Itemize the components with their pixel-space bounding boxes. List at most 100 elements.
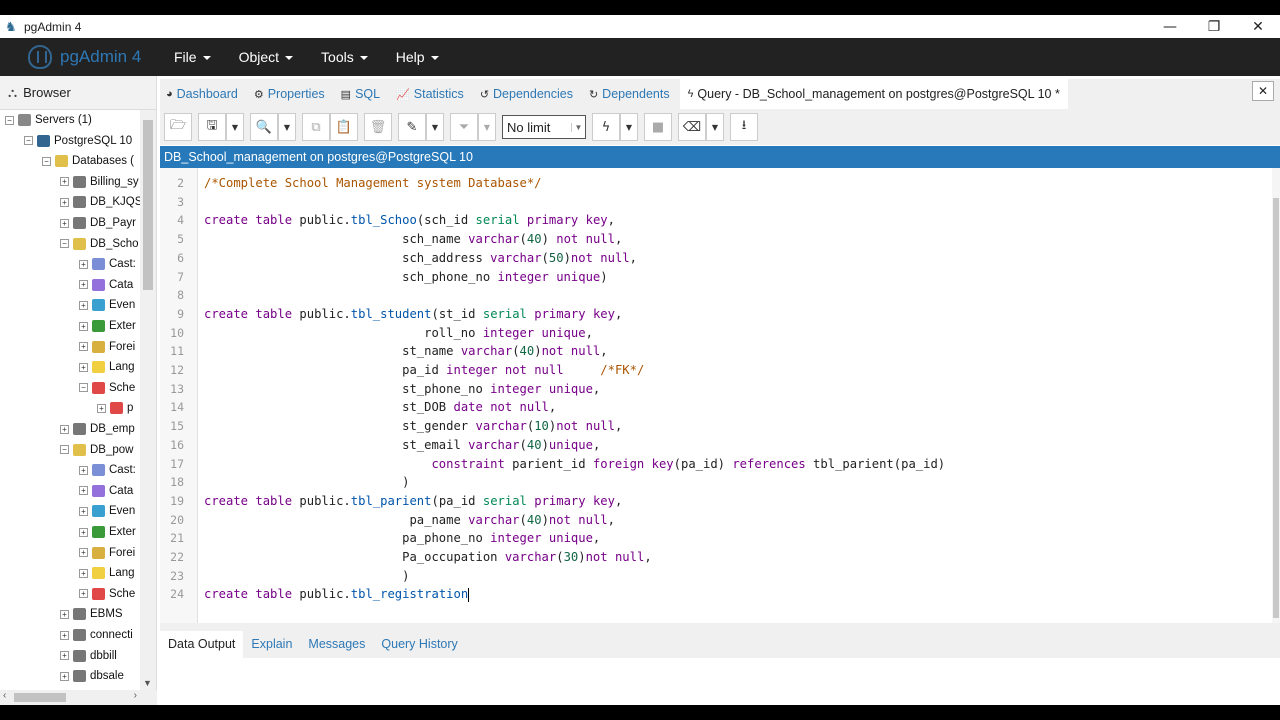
paste-icon[interactable]: 📋 bbox=[330, 113, 358, 141]
browser-vertical-scrollbar[interactable]: ▼ bbox=[140, 110, 156, 690]
tree-item[interactable]: + Exter bbox=[79, 522, 136, 542]
tab-lightning[interactable]: ϟ Query - DB_School_management on postgre… bbox=[679, 79, 1068, 109]
expand-icon[interactable]: + bbox=[97, 403, 106, 413]
expand-icon[interactable]: + bbox=[79, 527, 88, 537]
tree-item[interactable]: + Forei bbox=[79, 543, 135, 563]
clear-eraser-icon[interactable]: ⌫ bbox=[678, 113, 706, 141]
expand-icon[interactable]: + bbox=[79, 259, 88, 269]
tree-item[interactable]: − DB_pow bbox=[60, 440, 133, 460]
scrollbar-thumb[interactable] bbox=[143, 120, 153, 290]
output-tab-query-history[interactable]: Query History bbox=[373, 631, 465, 658]
browser-horizontal-scrollbar[interactable]: ‹ › bbox=[0, 690, 157, 705]
find-dropdown-icon[interactable]: ▼ bbox=[278, 113, 296, 141]
output-tab-explain[interactable]: Explain bbox=[243, 631, 300, 658]
output-tab-data-output[interactable]: Data Output bbox=[160, 631, 244, 658]
tree-item[interactable]: + Cast: bbox=[79, 254, 136, 274]
tree-item[interactable]: + EBMS bbox=[60, 604, 123, 624]
brand[interactable]: pgAdmin 4 bbox=[28, 45, 174, 69]
collapse-icon[interactable]: − bbox=[5, 115, 14, 125]
menu-help[interactable]: Help bbox=[396, 49, 439, 65]
edit-icon[interactable]: ✎ bbox=[398, 113, 426, 141]
tree-item[interactable]: − Databases ( bbox=[42, 151, 134, 171]
maximize-button[interactable]: ❐ bbox=[1192, 15, 1236, 38]
expand-icon[interactable]: + bbox=[79, 548, 88, 558]
expand-icon[interactable]: + bbox=[60, 197, 69, 207]
menu-tools[interactable]: Tools bbox=[321, 49, 368, 65]
scrollbar-thumb[interactable] bbox=[1273, 198, 1279, 618]
expand-icon[interactable]: + bbox=[60, 651, 69, 661]
tree-item[interactable]: + Billing_sy bbox=[60, 172, 139, 192]
save-dropdown-icon[interactable]: ▼ bbox=[226, 113, 244, 141]
collapse-icon[interactable]: − bbox=[42, 156, 51, 166]
tab-dependencies[interactable]: ↺ Dependencies bbox=[480, 79, 573, 109]
expand-icon[interactable]: + bbox=[79, 280, 88, 290]
filter-dropdown-icon[interactable]: ▼ bbox=[478, 113, 496, 141]
expand-icon[interactable]: + bbox=[79, 589, 88, 599]
expand-icon[interactable]: + bbox=[79, 568, 88, 578]
tree-item[interactable]: + Lang bbox=[79, 563, 135, 583]
tree-item[interactable]: + dbbill bbox=[60, 646, 117, 666]
expand-icon[interactable]: + bbox=[79, 300, 88, 310]
expand-icon[interactable]: + bbox=[60, 424, 69, 434]
tree-item[interactable]: + DB_KJQS bbox=[60, 192, 140, 212]
tree-item[interactable]: − DB_Scho bbox=[60, 234, 139, 254]
menu-file[interactable]: File bbox=[174, 49, 211, 65]
delete-icon[interactable]: 🗑 bbox=[364, 113, 392, 141]
expand-icon[interactable]: + bbox=[79, 506, 88, 516]
collapse-icon[interactable]: − bbox=[24, 136, 33, 146]
tree-item[interactable]: + Sche bbox=[79, 584, 135, 604]
clear-dropdown-icon[interactable]: ▼ bbox=[706, 113, 724, 141]
tab-properties[interactable]: ⚙ Properties bbox=[254, 79, 325, 109]
tree-item[interactable]: − Servers (1) bbox=[5, 110, 92, 130]
editor-scrollbar[interactable] bbox=[1272, 168, 1280, 623]
close-window-button[interactable]: ✕ bbox=[1236, 15, 1280, 38]
tree-item[interactable]: + Exter bbox=[79, 316, 136, 336]
tree-item[interactable]: + DB_Payr bbox=[60, 213, 136, 233]
scrollbar-thumb[interactable] bbox=[14, 693, 66, 702]
output-tab-messages[interactable]: Messages bbox=[300, 631, 373, 658]
stop-icon[interactable]: ■ bbox=[644, 113, 672, 141]
tree-item[interactable]: + Cast: bbox=[79, 460, 136, 480]
tab-dependents[interactable]: ↻ Dependents bbox=[589, 79, 670, 109]
execute-lightning-icon[interactable]: ϟ bbox=[592, 113, 620, 141]
expand-icon[interactable]: + bbox=[60, 609, 69, 619]
scroll-down-arrow-icon[interactable]: ▼ bbox=[143, 678, 152, 688]
tree-item[interactable]: + Forei bbox=[79, 337, 135, 357]
sql-editor[interactable]: 2/*Complete School Management system Dat… bbox=[160, 168, 1280, 623]
tree-item[interactable]: + DB_emp bbox=[60, 419, 135, 439]
tree-item[interactable]: + connecti bbox=[60, 625, 133, 645]
tree-item[interactable]: − Sche bbox=[79, 378, 135, 398]
tree-item[interactable]: + Even bbox=[79, 295, 135, 315]
tree-item[interactable]: + Cata bbox=[79, 481, 133, 501]
copy-icon[interactable]: ⧉ bbox=[302, 113, 330, 141]
expand-icon[interactable]: + bbox=[79, 465, 88, 475]
tree-item[interactable]: + p bbox=[97, 398, 133, 418]
scroll-right-arrow-icon[interactable]: › bbox=[134, 690, 137, 701]
expand-icon[interactable]: + bbox=[60, 218, 69, 228]
tree-item[interactable]: + dbsale bbox=[60, 666, 124, 686]
open-file-icon[interactable]: 🗁 bbox=[164, 113, 192, 141]
tab-dashboard[interactable]: ◕ Dashboard bbox=[166, 79, 238, 109]
save-icon[interactable]: 🖫 bbox=[198, 113, 226, 141]
collapse-icon[interactable]: − bbox=[60, 445, 69, 455]
expand-icon[interactable]: + bbox=[79, 342, 88, 352]
tree-item[interactable]: + Cata bbox=[79, 275, 133, 295]
download-icon[interactable]: ⭳ bbox=[730, 113, 758, 141]
execute-dropdown-icon[interactable]: ▼ bbox=[620, 113, 638, 141]
collapse-icon[interactable]: − bbox=[60, 239, 69, 249]
close-tab-icon[interactable]: ✕ bbox=[1252, 81, 1274, 101]
expand-icon[interactable]: + bbox=[79, 486, 88, 496]
expand-icon[interactable]: + bbox=[79, 362, 88, 372]
tree-item[interactable]: − PostgreSQL 10 bbox=[24, 131, 132, 151]
minimize-button[interactable]: — bbox=[1148, 15, 1192, 38]
find-icon[interactable]: 🔍 bbox=[250, 113, 278, 141]
row-limit-select[interactable]: No limit ▼ bbox=[502, 115, 586, 139]
tree-item[interactable]: + Lang bbox=[79, 357, 135, 377]
expand-icon[interactable]: + bbox=[79, 321, 88, 331]
collapse-icon[interactable]: − bbox=[79, 383, 88, 393]
edit-dropdown-icon[interactable]: ▼ bbox=[426, 113, 444, 141]
tab-statistics[interactable]: 📈 Statistics bbox=[396, 79, 464, 109]
scroll-left-arrow-icon[interactable]: ‹ bbox=[3, 690, 6, 701]
filter-icon[interactable]: ⏷ bbox=[450, 113, 478, 141]
tree-item[interactable]: + Even bbox=[79, 501, 135, 521]
